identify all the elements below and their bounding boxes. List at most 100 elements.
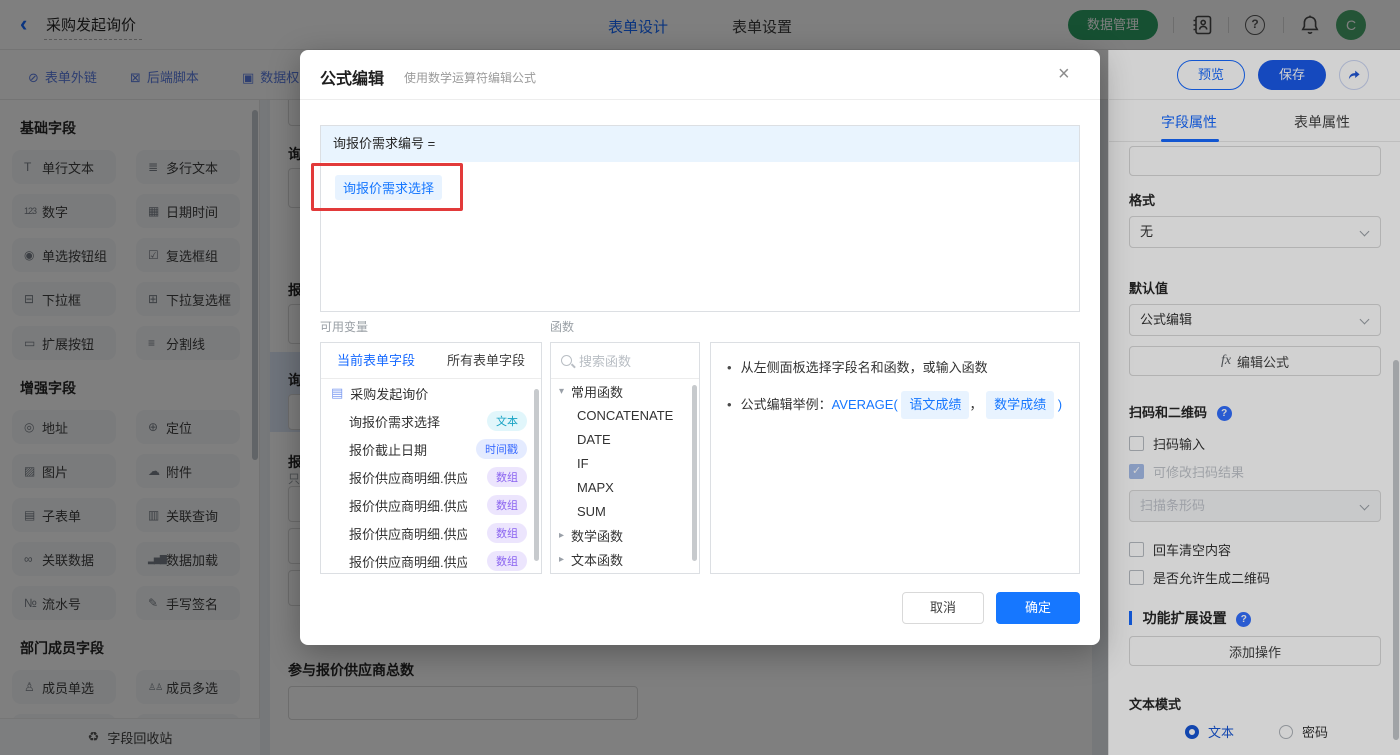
field-button-单行文本[interactable]: T 单行文本 [12,150,116,184]
edit-formula-button[interactable]: fx 编辑公式 [1129,346,1381,376]
function-group-数学函数[interactable]: ▸ 数学函数 [551,523,699,547]
field-button-成员单选[interactable]: ♙ 成员单选 [12,670,116,704]
variable-item[interactable]: 询报价需求选择 文本 [321,407,541,435]
attachment-icon: ☁ [148,464,160,478]
panel-scrollbar[interactable] [1393,360,1399,740]
field-button-数据加载[interactable]: ▂▅▇ 数据加载 [136,542,240,576]
field-button-定位[interactable]: ⊕ 定位 [136,410,240,444]
question-circle-icon[interactable]: ? [1236,612,1252,627]
tab-form-properties[interactable]: 表单属性 [1294,112,1350,132]
preview-button[interactable]: 预览 [1177,60,1245,90]
chevron-right-icon: ▸ [559,553,565,565]
formula-input-area[interactable]: 询报价需求选择 [321,162,1079,200]
format-select[interactable]: 无 [1129,216,1381,248]
toolbar-link-backend-script[interactable]: ⊠ 后端脚本 [130,67,199,86]
field-button-图片[interactable]: ▨ 图片 [12,454,116,488]
field-button-下拉复选框[interactable]: ⊞ 下拉复选框 [136,282,240,316]
function-item-DATE[interactable]: DATE [551,427,699,451]
variable-item[interactable]: 报价供应商明细.供应... 数组 [321,547,541,573]
tab-form-settings[interactable]: 表单设置 [732,16,792,37]
field-recycle-bin[interactable]: ♻ 字段回收站 [0,718,260,755]
field-button-地址[interactable]: ◎ 地址 [12,410,116,444]
toolbar-link-form-external[interactable]: ⊘ 表单外链 [28,67,97,86]
field-button-label: 成员单选 [42,680,95,696]
checkbox-modify-scan-result[interactable]: 可修改扫码结果 [1129,462,1244,481]
back-icon[interactable]: ‹ [20,11,27,37]
sidebar-section-title: 部门成员字段 [20,640,104,656]
barcode-select[interactable]: 扫描条形码 [1129,490,1381,522]
field-button-数字[interactable]: 123 数字 [12,194,116,228]
ok-button[interactable]: 确定 [996,592,1080,624]
checkbox-enter-clear[interactable]: 回车清空内容 [1129,540,1231,559]
checkbox-icon [1129,436,1144,451]
function-item-CONCATENATE[interactable]: CONCATENATE [551,403,699,427]
contacts-icon[interactable] [1190,13,1214,37]
bell-icon[interactable] [1298,13,1322,37]
radio-text-mode-password[interactable]: 密码 [1279,722,1328,741]
function-item-IF[interactable]: IF [551,451,699,475]
function-search-input[interactable]: 搜索函数 [551,343,699,379]
field-button-关联查询[interactable]: ▥ 关联查询 [136,498,240,532]
member-multi-icon: ♙♙ [148,681,163,692]
example-field-chip: 数学成绩 [986,391,1055,419]
field-button-附件[interactable]: ☁ 附件 [136,454,240,488]
function-item-SUM[interactable]: SUM [551,499,699,523]
field-button-单选按钮组[interactable]: ◉ 单选按钮组 [12,238,116,272]
field-button-流水号[interactable]: № 流水号 [12,586,116,620]
checkbox-allow-qr[interactable]: 是否允许生成二维码 [1129,568,1270,587]
field-button-label: 复选框组 [166,248,219,264]
variables-tree: ▤ 采购发起询价询报价需求选择 文本报价截止日期 时间戳报价供应商明细.供应... 数组… [321,379,541,573]
variables-scrollbar[interactable] [534,389,539,561]
data-manage-button[interactable]: 数据管理 [1068,10,1159,40]
linked-query-icon: ▥ [148,508,160,522]
field-button-子表单[interactable]: ▤ 子表单 [12,498,116,532]
form-field-input[interactable] [288,686,638,720]
field-button-手写签名[interactable]: ✎ 手写签名 [136,586,240,620]
actions-strip: 预览 保存 [1109,50,1400,100]
avatar[interactable]: C [1336,10,1366,40]
radio-unselected-icon [1279,724,1293,739]
field-button-日期时间[interactable]: ▦ 日期时间 [136,194,240,228]
field-button-分割线[interactable]: ≡ 分割线 [136,326,240,360]
share-button[interactable] [1339,60,1369,90]
add-action-button[interactable]: 添加操作 [1129,636,1381,666]
variable-item[interactable]: 报价截止日期 时间戳 [321,435,541,463]
field-button-label: 图片 [42,464,69,480]
modal-title: 公式编辑 [320,71,385,88]
field-button-成员多选[interactable]: ♙♙ 成员多选 [136,670,240,704]
multi-select-icon: ⊞ [148,292,159,306]
field-button-多行文本[interactable]: ≣ 多行文本 [136,150,240,184]
help-icon[interactable]: ? [1245,15,1265,35]
default-value-select[interactable]: 公式编辑 [1129,304,1381,336]
variable-item[interactable]: 报价供应商明细.供应商 数组 [321,491,541,519]
sidebar-scrollbar[interactable] [252,110,258,460]
function-group-常用函数[interactable]: ▾ 常用函数 [551,379,699,403]
field-title-input[interactable] [1129,146,1381,176]
field-button-关联数据[interactable]: ∞ 关联数据 [12,542,116,576]
page-title[interactable]: 采购发起询价 [44,14,143,40]
field-button-label: 数据加载 [166,552,219,568]
tab-all-form-fields[interactable]: 所有表单字段 [431,343,541,378]
variable-item[interactable]: 报价供应商明细.供应... 数组 [321,519,541,547]
tab-form-design[interactable]: 表单设计 [608,16,668,37]
cancel-button[interactable]: 取消 [902,592,984,624]
radio-text-mode-text[interactable]: 文本 [1185,722,1234,741]
field-button-复选框组[interactable]: ☑ 复选框组 [136,238,240,272]
tab-current-form-fields[interactable]: 当前表单字段 [321,343,431,378]
functions-scrollbar[interactable] [692,385,697,561]
checkbox-icon [1129,542,1144,557]
bullet-icon: • [727,360,732,375]
text-mode-label: 文本模式 [1129,697,1182,712]
formula-field-chip[interactable]: 询报价需求选择 [335,175,443,200]
field-button-扩展按钮[interactable]: ▭ 扩展按钮 [12,326,116,360]
field-button-下拉框[interactable]: ⊟ 下拉框 [12,282,116,316]
question-circle-icon[interactable]: ? [1216,406,1232,421]
variable-item[interactable]: 报价供应商明细.供应... 数组 [321,463,541,491]
checkbox-scan-input[interactable]: 扫码输入 [1129,434,1205,453]
variables-root-node[interactable]: ▤ 采购发起询价 [321,379,541,407]
function-group-文本函数[interactable]: ▸ 文本函数 [551,547,699,571]
close-icon[interactable]: × [1058,64,1070,84]
save-button[interactable]: 保存 [1258,60,1326,90]
tab-field-properties[interactable]: 字段属性 [1161,112,1217,132]
function-item-MAPX[interactable]: MAPX [551,475,699,499]
